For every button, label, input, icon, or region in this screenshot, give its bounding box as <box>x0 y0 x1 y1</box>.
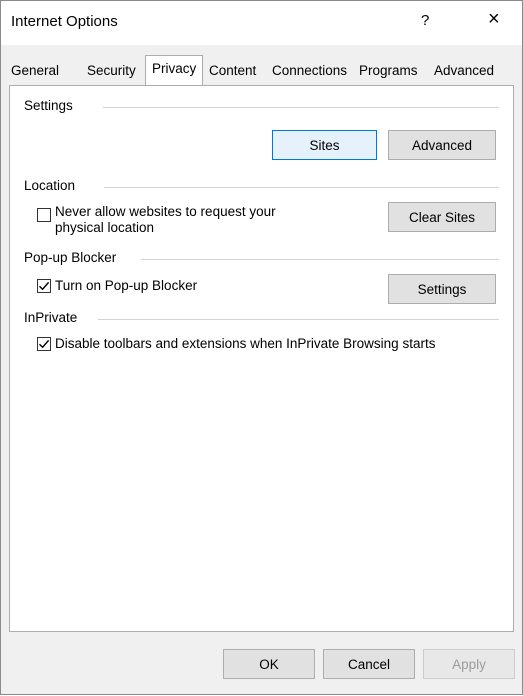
location-divider <box>104 187 499 188</box>
tab-general[interactable]: General <box>11 59 59 83</box>
tab-connections[interactable]: Connections <box>272 59 347 83</box>
internet-options-dialog: Internet Options ? × General Security Pr… <box>0 0 523 695</box>
advanced-button[interactable]: Advanced <box>388 130 496 160</box>
tab-security[interactable]: Security <box>87 59 136 83</box>
location-checkbox-label-line2: physical location <box>55 220 155 235</box>
tab-strip: General Security Privacy Content Connect… <box>1 45 522 85</box>
apply-button[interactable]: Apply <box>423 649 515 679</box>
dialog-footer: OK Cancel Apply <box>1 633 522 696</box>
location-section-header: Location <box>24 178 76 193</box>
popup-section-header: Pop-up Blocker <box>24 250 117 265</box>
privacy-panel: Settings Sites Advanced Location Never a… <box>9 85 514 632</box>
title-bar: Internet Options ? × <box>1 1 522 45</box>
tab-advanced[interactable]: Advanced <box>434 59 494 83</box>
popup-blocker-label: Turn on Pop-up Blocker <box>55 278 198 293</box>
tab-privacy[interactable]: Privacy <box>145 55 204 85</box>
location-checkbox-label-line1: Never allow websites to request your <box>55 204 276 219</box>
checkmark-icon <box>39 339 50 349</box>
popup-settings-button[interactable]: Settings <box>388 274 496 304</box>
inprivate-checkbox[interactable] <box>37 337 51 351</box>
window-title: Internet Options <box>11 13 118 30</box>
ok-button[interactable]: OK <box>223 649 315 679</box>
inprivate-divider <box>98 319 499 320</box>
inprivate-section-header: InPrivate <box>24 310 78 325</box>
settings-divider <box>103 107 499 108</box>
location-checkbox[interactable] <box>37 208 51 222</box>
sites-button[interactable]: Sites <box>272 130 377 160</box>
settings-section-header: Settings <box>24 98 73 113</box>
close-button[interactable]: × <box>488 9 500 29</box>
tab-content[interactable]: Content <box>209 59 256 83</box>
cancel-button[interactable]: Cancel <box>323 649 415 679</box>
tab-programs[interactable]: Programs <box>359 59 418 83</box>
popup-divider <box>141 259 499 260</box>
popup-blocker-checkbox[interactable] <box>37 279 51 293</box>
checkmark-icon <box>39 281 50 291</box>
inprivate-checkbox-label: Disable toolbars and extensions when InP… <box>55 336 436 351</box>
clear-sites-button[interactable]: Clear Sites <box>388 202 496 232</box>
help-button[interactable]: ? <box>421 12 429 29</box>
